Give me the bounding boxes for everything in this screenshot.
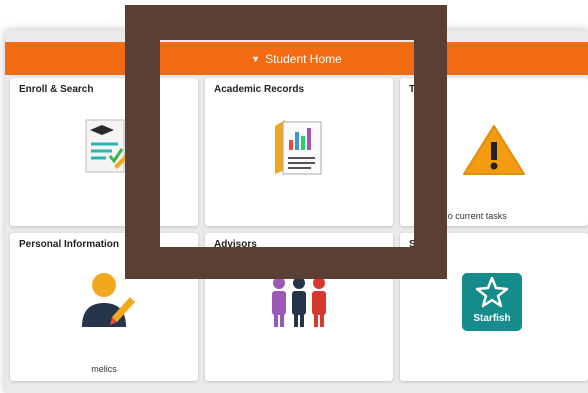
tile-title: Enroll & Search: [19, 84, 94, 95]
people-group-icon: [272, 277, 326, 327]
warning-icon: [463, 125, 525, 175]
magnifier-frame: [125, 5, 447, 279]
tile-title: Personal Information: [19, 239, 120, 250]
star-icon: [475, 276, 509, 308]
personal-info-footer: melics: [91, 364, 117, 374]
starfish-logo-icon: Starfish: [462, 273, 522, 331]
starfish-logo-text: Starfish: [473, 313, 511, 324]
